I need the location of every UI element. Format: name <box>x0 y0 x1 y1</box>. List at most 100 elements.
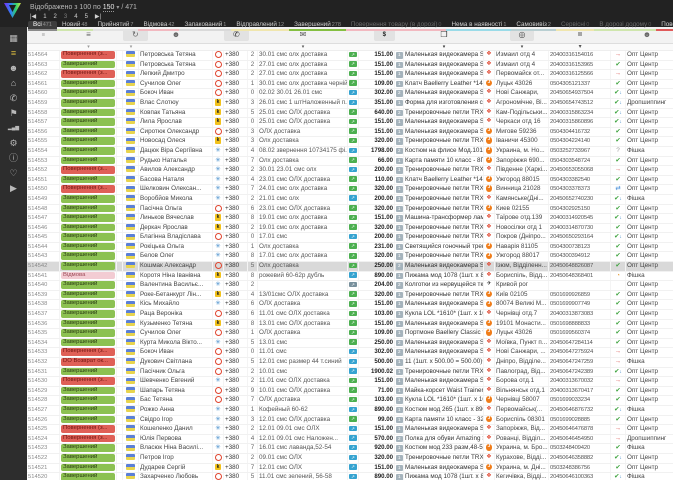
client-name[interactable]: Шапарь Тетяна <box>139 386 213 396</box>
tracking-number[interactable]: 0501699560374 <box>549 329 611 338</box>
tracking-number[interactable]: 20450654743512 <box>549 98 611 108</box>
client-phone[interactable]: +380 <box>224 358 248 367</box>
table-row[interactable]: 514546 Завершений Деркач Ярослав k +380 … <box>27 223 673 234</box>
orders-list-icon[interactable]: ≡ <box>0 46 27 61</box>
table-row[interactable]: 514532 DO Возврат ок... Дукович Світлана… <box>27 358 673 368</box>
product-name[interactable]: Тренировочные петли TRX Train... <box>404 185 484 194</box>
product-name[interactable]: Маленькая видеокамера SQ8 *... <box>404 463 484 473</box>
client-phone[interactable]: +380 <box>224 127 248 137</box>
table-row[interactable]: 514547 Завершений Линьков Вячеслав k +38… <box>27 214 673 224</box>
client-phone[interactable]: +380 <box>224 463 248 473</box>
client-name[interactable]: Роке-Бетанкурт Лін... <box>139 290 213 300</box>
page-size-dropdown[interactable]: 150 <box>102 4 115 12</box>
table-row[interactable]: 514545 Завершений Благінна Владіслава +3… <box>27 233 673 243</box>
support-icon[interactable]: ♡ <box>0 166 27 181</box>
client-phone[interactable]: +380 <box>224 310 248 319</box>
tracking-number[interactable] <box>549 281 611 290</box>
column-filter-caret[interactable]: ▾ <box>495 44 549 50</box>
product-name[interactable]: Маленькая видеокамера SQ8 *... <box>404 348 484 357</box>
tracking-number[interactable]: 0504300394912 <box>549 252 611 262</box>
clients-icon[interactable]: ☻ <box>0 61 27 76</box>
product-name[interactable]: Карта памяти 10 класс - 32ГБ *1... <box>404 415 484 425</box>
tracking-number[interactable]: 0504305121337 <box>549 79 611 89</box>
client-phone[interactable]: +380 <box>224 146 248 156</box>
product-name[interactable]: Маленькая видеокамера SQ8 *... <box>404 300 484 310</box>
product-name[interactable]: Светящийся гоночный трек Ма... <box>404 242 484 252</box>
client-name[interactable]: Лила Ярослав <box>139 118 213 127</box>
tracking-number[interactable]: 20450648368401 <box>549 271 611 281</box>
client-phone[interactable]: +380 <box>224 271 248 281</box>
tracking-number[interactable]: 0503252733967 <box>549 146 611 156</box>
tracking-number[interactable]: 20400313670417 <box>549 386 611 396</box>
tracking-number[interactable]: 20450650293164 <box>549 233 611 242</box>
client-name[interactable]: Басова Наталя <box>139 175 213 185</box>
product-name[interactable]: Майка-корсет Waist Trainer *142... <box>404 386 484 396</box>
page-5[interactable]: 5 <box>85 13 88 21</box>
table-row[interactable]: 514556 Завершений Сиротюк Олександр +380… <box>27 127 673 138</box>
client-phone[interactable]: +380 <box>224 118 248 127</box>
table-row[interactable]: 514555 Завершений Новосад Олеся k +380 3… <box>27 137 673 147</box>
table-row[interactable]: 514541 Відмова Коротя Ніна Іванівна k +3… <box>27 271 673 282</box>
tracking-number[interactable]: 0504303548724 <box>549 156 611 166</box>
column-filter-caret[interactable]: ▾ <box>60 44 117 50</box>
table-row[interactable]: 514539 Завершений Роке-Бетанкурт Лін... … <box>27 290 673 301</box>
video-tutorials-icon[interactable]: ▶ <box>0 181 27 196</box>
tab-8[interactable]: Повернення товару (в дорозі)0 <box>345 21 447 31</box>
table-row[interactable]: 514562 Повернення (з... Лепкий Дмитро +3… <box>27 70 673 80</box>
client-name[interactable]: Благінна Владіслава <box>139 233 213 242</box>
settings-icon[interactable]: ⚙ <box>0 136 27 151</box>
table-row[interactable]: 514522 Завершений Петров Ігор +380 2 09.… <box>27 453 673 464</box>
client-name[interactable]: Дударев Сергій <box>139 463 213 473</box>
product-name[interactable]: Тренировочные петли TRX Train... <box>404 194 484 204</box>
tab-4[interactable]: Відмова42 <box>138 21 180 31</box>
table-row[interactable]: 514550 Повернення (з... Шелковин Олексан… <box>27 185 673 195</box>
product-name[interactable]: Тренировочные петли TRX Train... <box>404 290 484 300</box>
client-name[interactable]: Новосад Олеся <box>139 137 213 146</box>
product-name[interactable]: Тренировочные петли TRX Train... <box>404 223 484 233</box>
client-phone[interactable]: +380 <box>224 434 248 444</box>
last-page-icon[interactable]: ▶| <box>95 13 101 21</box>
tracking-number[interactable]: 20400316154016 <box>549 51 611 60</box>
tracking-number[interactable]: 0501699926859 <box>549 290 611 300</box>
client-name[interactable]: Рудько Наталья <box>139 156 213 166</box>
client-phone[interactable]: +380 <box>224 204 248 214</box>
client-name[interactable]: Пасічна Ольга <box>139 204 213 214</box>
table-row[interactable]: 514548 Завершений Пасічна Ольга +380 6 2… <box>27 204 673 215</box>
tracking-number[interactable]: 20400313670032 <box>549 377 611 386</box>
table-row[interactable]: 514542 Завершений Кошмак Александр +380 … <box>27 262 673 272</box>
client-phone[interactable]: +380 <box>224 329 248 338</box>
product-name[interactable]: Маленькая видеокамера SQ8 *... <box>404 51 484 60</box>
table-row[interactable]: 514526 Завершений Свідро Ігор ✳ +380 3 1… <box>27 415 673 426</box>
table-row[interactable]: 514530 Повернення (з... Шевченко Евгений… <box>27 377 673 387</box>
client-name[interactable]: Свідро Ігор <box>139 415 213 425</box>
client-name[interactable]: Авилов Александр <box>139 166 213 175</box>
calls-icon[interactable]: ✆ <box>0 91 27 106</box>
tracking-number[interactable]: 20450646358882 <box>549 453 611 463</box>
client-phone[interactable]: +380 <box>224 425 248 434</box>
client-phone[interactable]: +380 <box>224 453 248 463</box>
client-name[interactable]: Раца Вероніка <box>139 310 213 319</box>
tab-6[interactable]: Відправлений12 <box>231 21 290 31</box>
page-2[interactable]: 2 <box>54 13 57 21</box>
client-phone[interactable]: +380 <box>224 242 248 252</box>
tracking-number[interactable]: 20450654937504 <box>549 89 611 98</box>
tab-5[interactable]: Запакований1 <box>179 21 232 31</box>
tracking-number[interactable]: 0503248409420 <box>549 444 611 453</box>
client-name[interactable]: Линьков Вячеслав <box>139 214 213 223</box>
table-row[interactable]: 514527 Завершений Рожко Анна ✳ +380 1 Ко… <box>27 405 673 416</box>
first-page-icon[interactable]: |◀ <box>30 13 36 21</box>
client-phone[interactable]: +380 <box>224 396 248 405</box>
product-name[interactable]: Маленькая видеокамера SQ8 *... <box>404 127 484 137</box>
table-row[interactable]: 514544 Завершений Рокіцька Ольга ✳ +380 … <box>27 242 673 253</box>
column-filter-caret[interactable]: ▾ <box>258 44 348 50</box>
tracking-number[interactable]: 0504304224140 <box>549 137 611 146</box>
client-name[interactable]: Бокоч Иван <box>139 89 213 98</box>
client-phone[interactable]: +380 <box>224 98 248 108</box>
tab-11[interactable]: Сервісні0 <box>555 21 595 31</box>
client-name[interactable]: Курта Микола Вікто... <box>139 338 213 348</box>
tab-13[interactable]: Повернення <box>656 21 673 31</box>
client-phone[interactable]: +380 <box>224 319 248 329</box>
tab-10[interactable]: Самовивіз2 <box>511 21 556 31</box>
product-name[interactable]: Маленькая видеокамера SQ8 *... <box>404 338 484 348</box>
table-row[interactable]: 514559 Завершений Влас Слотюу k +380 3 2… <box>27 98 673 109</box>
